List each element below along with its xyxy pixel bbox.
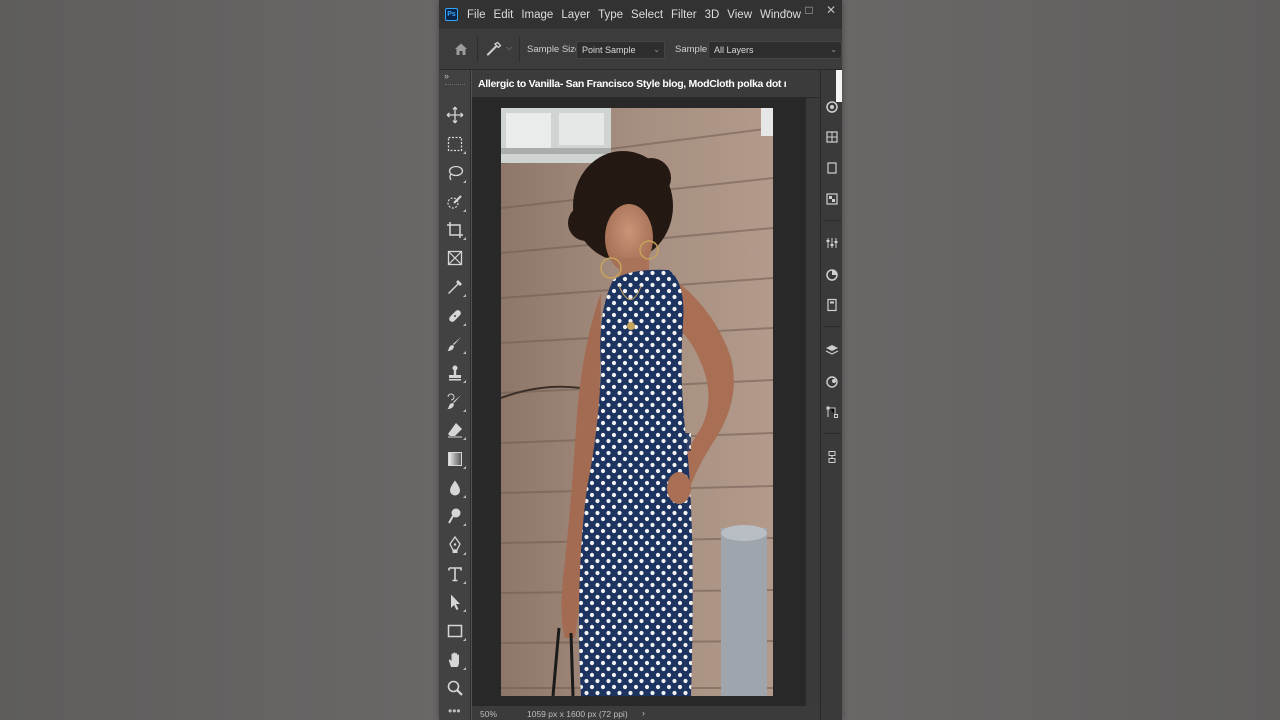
hand-icon[interactable] <box>445 650 466 670</box>
zoom-icon[interactable] <box>445 678 465 698</box>
photoshop-logo-icon: Ps <box>445 8 458 21</box>
document-info: 1059 px x 1600 px (72 ppi) <box>527 709 628 719</box>
panel-grip[interactable] <box>445 84 465 86</box>
right-panel-dock <box>820 70 842 720</box>
blur-icon[interactable] <box>445 478 466 498</box>
close-button[interactable]: ✕ <box>820 0 842 22</box>
document-tab[interactable]: Allergic to Vanilla- San Francisco Style… <box>472 70 820 98</box>
adjustments-panel-icon[interactable] <box>825 236 839 250</box>
chevron-down-icon: ⌄ <box>653 45 660 54</box>
status-bar: 50% 1059 px x 1600 px (72 ppi) › <box>472 706 820 720</box>
lasso-icon[interactable] <box>445 163 466 183</box>
menu-type[interactable]: Type <box>598 9 623 21</box>
menu-file[interactable]: File <box>467 9 486 21</box>
chevron-right-icon[interactable]: › <box>642 708 645 718</box>
frame-icon[interactable] <box>445 248 465 268</box>
menu-edit[interactable]: Edit <box>494 9 514 21</box>
document-image[interactable] <box>501 108 773 696</box>
eyedropper-icon[interactable] <box>445 277 466 297</box>
swatches-panel-icon[interactable] <box>825 130 839 144</box>
sample-size-select[interactable]: Point Sample ⌄ <box>576 41 665 59</box>
menu-3d[interactable]: 3D <box>705 9 720 21</box>
color-panel-icon[interactable] <box>825 100 839 114</box>
sample-size-value: Point Sample <box>582 45 636 55</box>
dock-divider <box>823 220 841 221</box>
sample-select[interactable]: All Layers ⌄ <box>708 41 842 59</box>
canvas-area[interactable] <box>472 98 805 706</box>
move-tool-icon[interactable] <box>445 105 465 125</box>
sample-size-label: Sample Size: <box>527 44 583 55</box>
channels-panel-icon[interactable] <box>825 375 839 389</box>
menu-filter[interactable]: Filter <box>671 9 697 21</box>
eyedropper-preset-icon[interactable] <box>485 40 503 58</box>
menu-layer[interactable]: Layer <box>561 9 590 21</box>
dock-divider <box>823 433 841 434</box>
chevron-down-icon: ⌄ <box>830 45 837 54</box>
collapse-panel-button[interactable]: ›› <box>444 71 449 81</box>
rectangle-shape-icon[interactable] <box>445 621 466 641</box>
sample-label: Sample: <box>675 44 710 55</box>
options-bar: ⌵ Sample Size: Point Sample ⌄ Sample: Al… <box>439 29 842 70</box>
panel-edge <box>836 70 842 102</box>
history-brush-icon[interactable] <box>445 392 466 412</box>
properties-panel-icon[interactable] <box>825 298 839 312</box>
layers-panel-icon[interactable] <box>825 343 839 357</box>
gradient-icon[interactable] <box>445 449 466 469</box>
path-selection-icon[interactable] <box>445 592 466 612</box>
photoshop-window: Ps File Edit Image Layer Type Select Fil… <box>439 0 842 720</box>
dock-divider <box>823 326 841 327</box>
paths-panel-icon[interactable] <box>825 405 839 419</box>
window-controls: – □ ✕ <box>776 0 842 22</box>
rectangular-marquee-icon[interactable] <box>445 134 466 154</box>
menu-view[interactable]: View <box>727 9 752 21</box>
healing-brush-icon[interactable] <box>445 306 466 326</box>
history-panel-icon[interactable] <box>825 450 839 464</box>
crop-icon[interactable] <box>445 220 466 240</box>
menu-select[interactable]: Select <box>631 9 663 21</box>
options-separator <box>519 37 520 62</box>
patterns-panel-icon[interactable] <box>825 192 839 206</box>
more-tools-icon[interactable]: ••• <box>448 705 461 717</box>
quick-selection-icon[interactable] <box>445 192 466 212</box>
home-icon[interactable] <box>453 41 469 57</box>
menu-bar: Ps File Edit Image Layer Type Select Fil… <box>439 0 842 29</box>
clone-stamp-icon[interactable] <box>445 363 466 383</box>
document-title: Allergic to Vanilla- San Francisco Style… <box>478 78 786 90</box>
brush-icon[interactable] <box>445 334 466 354</box>
dodge-icon[interactable] <box>445 506 466 526</box>
menu-image[interactable]: Image <box>521 9 553 21</box>
gradients-panel-icon[interactable] <box>825 161 839 175</box>
tools-panel: ›› ••• <box>439 70 471 720</box>
pen-icon[interactable] <box>445 535 466 555</box>
eraser-icon[interactable] <box>445 420 466 440</box>
maximize-button[interactable]: □ <box>798 0 820 22</box>
libraries-panel-icon[interactable] <box>825 268 839 282</box>
chevron-down-icon[interactable]: ⌵ <box>506 43 512 53</box>
vertical-scrollbar[interactable] <box>805 98 820 706</box>
sample-value: All Layers <box>714 45 754 55</box>
minimize-button[interactable]: – <box>776 0 798 22</box>
options-separator <box>477 37 478 62</box>
zoom-level[interactable]: 50% <box>480 709 497 719</box>
type-icon[interactable] <box>445 564 466 584</box>
